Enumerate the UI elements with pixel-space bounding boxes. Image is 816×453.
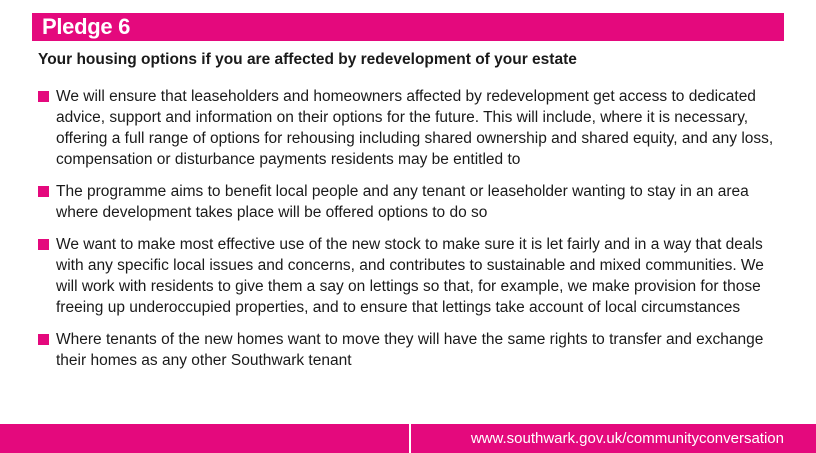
bullet-square-icon [38, 334, 49, 345]
pledge-title: Pledge 6 [42, 14, 131, 39]
bullet-text: We will ensure that leaseholders and hom… [56, 88, 774, 168]
bullet-square-icon [38, 239, 49, 250]
bullet-text: Where tenants of the new homes want to m… [56, 331, 764, 369]
bullet-text: We want to make most effective use of th… [56, 236, 764, 316]
section-subtitle: Your housing options if you are affected… [38, 51, 577, 68]
footer-url-link[interactable]: www.southwark.gov.uk/communityconversati… [471, 429, 784, 449]
bullet-square-icon [38, 186, 49, 197]
list-item: We will ensure that leaseholders and hom… [38, 86, 786, 170]
list-item: We want to make most effective use of th… [38, 234, 786, 318]
pledge-bullet-list: We will ensure that leaseholders and hom… [38, 86, 786, 382]
footer-bar: www.southwark.gov.uk/communityconversati… [0, 424, 816, 453]
list-item: The programme aims to benefit local peop… [38, 181, 786, 223]
footer-divider [409, 424, 411, 453]
pledge-header-bar: Pledge 6 [32, 13, 784, 41]
bullet-square-icon [38, 91, 49, 102]
list-item: Where tenants of the new homes want to m… [38, 329, 786, 371]
bullet-text: The programme aims to benefit local peop… [56, 183, 749, 221]
